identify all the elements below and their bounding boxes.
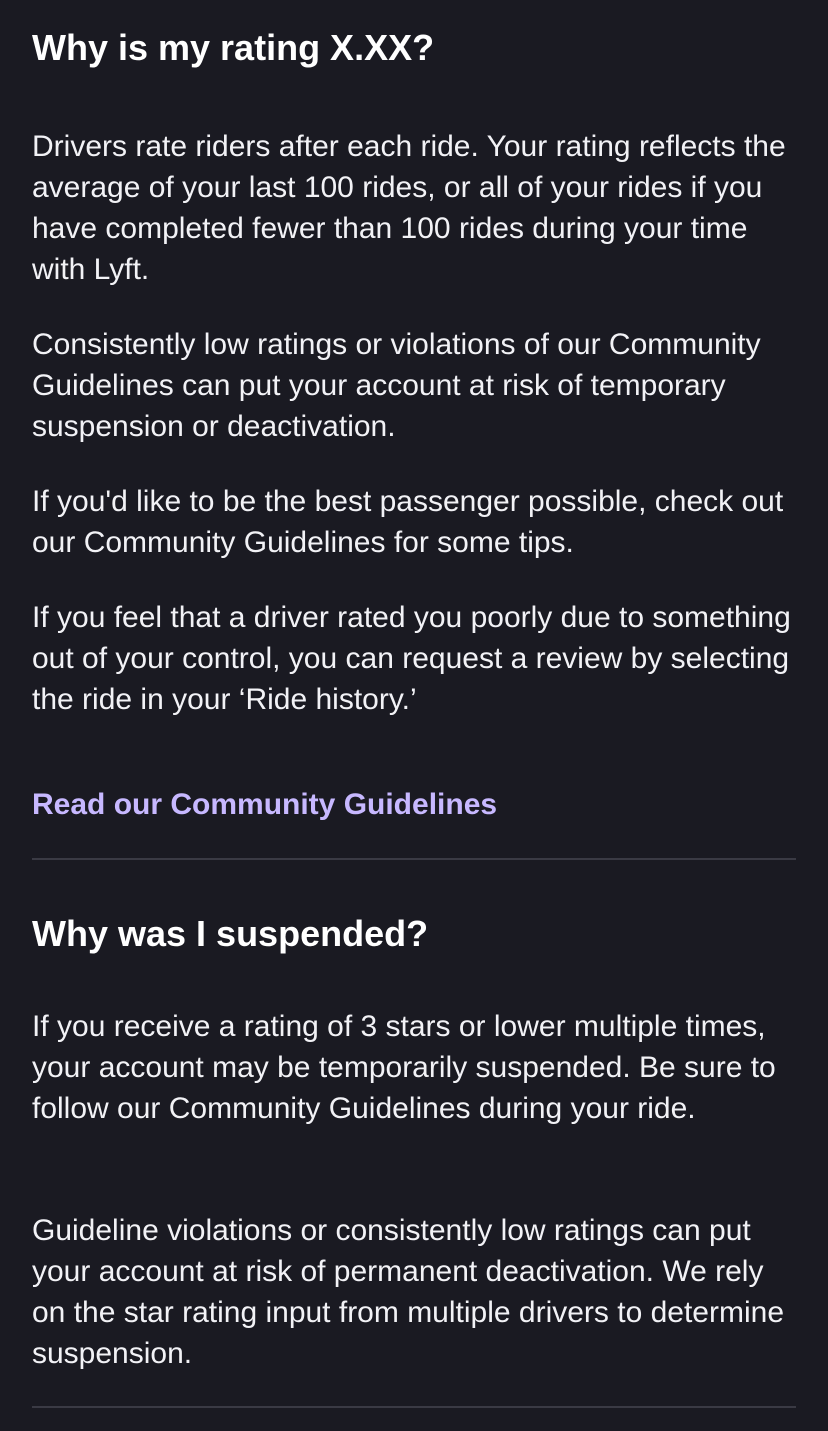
rating-answer-paragraph-1: Drivers rate riders after each ride. You… <box>32 130 786 286</box>
rating-question-heading: Why is my rating X.XX? <box>32 27 435 68</box>
section-divider <box>32 858 796 860</box>
community-guidelines-link[interactable]: Read our Community Guidelines <box>32 785 497 825</box>
suspension-question-heading: Why was I suspended? <box>32 913 429 954</box>
rating-answer-paragraph-4: If you feel that a driver rated you poor… <box>32 601 791 716</box>
rating-answer-paragraph-3: If you'd like to be the best passenger p… <box>32 485 784 559</box>
suspension-answer-paragraph-1: If you receive a rating of 3 stars or lo… <box>32 1010 776 1125</box>
section-divider-bottom <box>32 1406 796 1408</box>
rating-answer-paragraph-2: Consistently low ratings or violations o… <box>32 328 761 443</box>
suspension-answer-paragraph-2: Guideline violations or consistently low… <box>32 1214 785 1370</box>
